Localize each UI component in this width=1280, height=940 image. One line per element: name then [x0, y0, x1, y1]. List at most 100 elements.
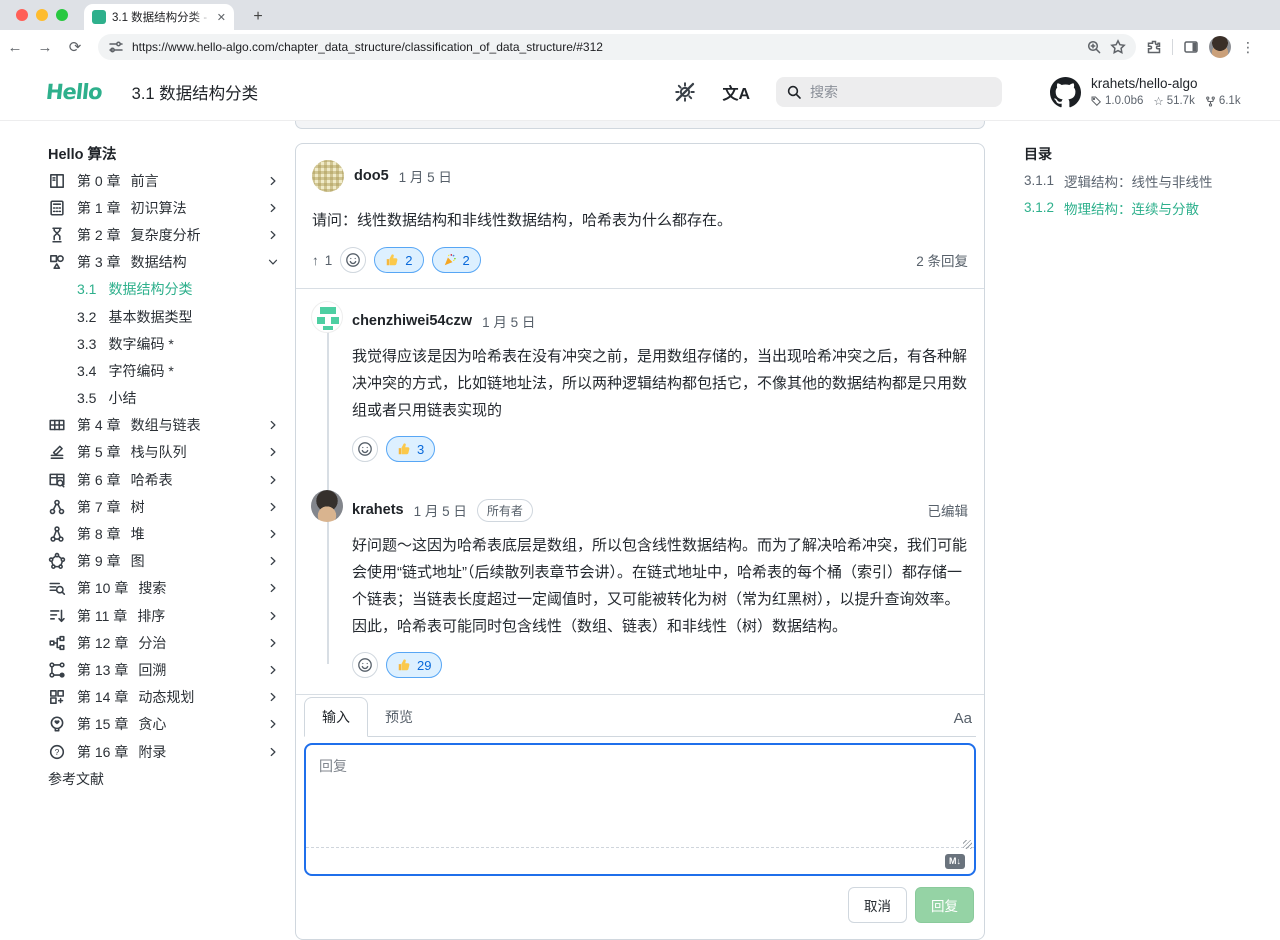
- resize-handle-icon[interactable]: [963, 840, 972, 849]
- reply-date[interactable]: 1 月 5 日: [482, 311, 535, 331]
- chevron-right-icon[interactable]: [266, 445, 280, 459]
- sidebar-item-chapter-8[interactable]: 第 8 章堆: [48, 520, 280, 547]
- bookmark-star-icon[interactable]: [1110, 39, 1126, 55]
- side-panel-icon[interactable]: [1183, 39, 1199, 55]
- window-minimize-button[interactable]: [36, 9, 48, 21]
- upvote-button[interactable]: ↑ 1: [312, 253, 332, 268]
- comment-date[interactable]: 1 月 5 日: [399, 166, 452, 186]
- sidebar-item-chapter-4[interactable]: 第 4 章数组与链表: [48, 412, 280, 439]
- sidebar-subitem-3-4[interactable]: 3.4字符编码 *: [48, 357, 280, 384]
- language-icon[interactable]: 文A: [722, 80, 750, 104]
- zoom-icon[interactable]: [1086, 39, 1102, 55]
- chevron-right-icon[interactable]: [266, 745, 280, 759]
- tab-preview[interactable]: 预览: [368, 698, 430, 736]
- repo-link[interactable]: krahets/hello-algo 1.0.0b6 ☆ 51.7k 6.1k: [1050, 76, 1280, 108]
- text-format-icon[interactable]: Aa: [950, 710, 976, 736]
- smiley-icon: [357, 657, 373, 673]
- sidebar-item-chapter-0[interactable]: 第 0 章前言: [48, 167, 280, 194]
- chevron-right-icon[interactable]: [266, 690, 280, 704]
- sidebar-item-chapter-7[interactable]: 第 7 章树: [48, 493, 280, 520]
- page-title: 3.1 数据结构分类: [132, 80, 259, 104]
- owner-badge: 所有者: [477, 499, 533, 522]
- sidebar-subitem-3-1[interactable]: 3.1数据结构分类: [48, 276, 280, 303]
- chevron-right-icon[interactable]: [266, 201, 280, 215]
- question-circle-icon: ?: [48, 743, 66, 761]
- add-reaction-button[interactable]: [352, 436, 378, 462]
- hourglass-icon: [48, 226, 66, 244]
- chevron-right-icon[interactable]: [266, 554, 280, 568]
- address-bar[interactable]: https://www.hello-algo.com/chapter_data_…: [98, 34, 1136, 60]
- extensions-icon[interactable]: [1146, 39, 1162, 55]
- reaction-thumbs-up[interactable]: 2: [374, 247, 423, 273]
- fork-icon: [1205, 96, 1216, 107]
- toc-item-312[interactable]: 3.1.2物理结构：连续与分散: [1024, 194, 1260, 221]
- sidebar-item-chapter-16[interactable]: ? 第 16 章附录: [48, 738, 280, 765]
- reaction-count: 29: [417, 658, 431, 673]
- comment-author[interactable]: doo5: [354, 168, 389, 184]
- sidebar-item-chapter-5[interactable]: 第 5 章栈与队列: [48, 439, 280, 466]
- reply-author[interactable]: krahets: [352, 502, 404, 518]
- window-close-button[interactable]: [16, 9, 28, 21]
- site-info-icon[interactable]: [108, 39, 124, 55]
- add-reaction-button[interactable]: [340, 247, 366, 273]
- site-logo[interactable]: Hello: [45, 80, 103, 104]
- toc-item-311[interactable]: 3.1.1逻辑结构：线性与非线性: [1024, 167, 1260, 194]
- tab-close-icon[interactable]: ✕: [217, 11, 226, 24]
- chevron-right-icon[interactable]: [266, 527, 280, 541]
- avatar[interactable]: [311, 301, 343, 333]
- theme-toggle-icon[interactable]: [674, 81, 696, 103]
- sidebar-item-chapter-14[interactable]: 第 14 章动态规划: [48, 684, 280, 711]
- add-reaction-button[interactable]: [352, 652, 378, 678]
- thumbs-up-icon: [397, 658, 411, 672]
- sidebar-item-references[interactable]: 参考文献: [48, 765, 280, 792]
- cancel-button[interactable]: 取消: [848, 887, 907, 923]
- chevron-right-icon[interactable]: [266, 717, 280, 731]
- forward-icon[interactable]: →: [30, 39, 60, 56]
- reply-date[interactable]: 1 月 5 日: [414, 500, 467, 520]
- sidebar-item-chapter-2[interactable]: 第 2 章复杂度分析: [48, 221, 280, 248]
- chevron-right-icon[interactable]: [266, 228, 280, 242]
- reaction-thumbs-up[interactable]: 29: [386, 652, 442, 678]
- chevron-right-icon[interactable]: [266, 663, 280, 677]
- reaction-count: 2: [405, 253, 412, 268]
- chevron-right-icon[interactable]: [266, 636, 280, 650]
- chevron-down-icon[interactable]: [266, 255, 280, 269]
- browser-profile-avatar[interactable]: [1209, 36, 1231, 58]
- browser-menu-icon[interactable]: ⋮: [1241, 39, 1255, 56]
- reload-icon[interactable]: ⟳: [60, 38, 90, 56]
- chevron-right-icon[interactable]: [266, 609, 280, 623]
- reply-editor: 输入 预览 Aa M↓ 取消 回复: [296, 694, 984, 939]
- new-tab-button[interactable]: +: [246, 5, 270, 29]
- reaction-party[interactable]: 2: [432, 247, 481, 273]
- chevron-right-icon[interactable]: [266, 500, 280, 514]
- avatar[interactable]: [311, 490, 343, 522]
- sidebar-item-chapter-12[interactable]: 第 12 章分治: [48, 629, 280, 656]
- search-input[interactable]: [810, 84, 970, 100]
- chevron-right-icon[interactable]: [266, 174, 280, 188]
- chevron-right-icon[interactable]: [266, 581, 280, 595]
- search-box[interactable]: [776, 77, 1002, 107]
- sidebar-subitem-3-2[interactable]: 3.2基本数据类型: [48, 303, 280, 330]
- sidebar-item-chapter-6[interactable]: 第 6 章哈希表: [48, 466, 280, 493]
- browser-tab[interactable]: 3.1 数据结构分类 - Hello 算法 ✕: [84, 4, 234, 30]
- reply-author[interactable]: chenzhiwei54czw: [352, 313, 472, 329]
- sidebar-item-chapter-1[interactable]: 第 1 章初识算法: [48, 194, 280, 221]
- sidebar-site-title[interactable]: Hello 算法: [48, 140, 280, 167]
- sidebar-subitem-3-3[interactable]: 3.3数字编码 *: [48, 330, 280, 357]
- sidebar-item-chapter-13[interactable]: 第 13 章回溯: [48, 656, 280, 683]
- window-zoom-button[interactable]: [56, 9, 68, 21]
- reply-textarea[interactable]: [306, 745, 974, 849]
- reply-submit-button[interactable]: 回复: [915, 887, 974, 923]
- sidebar-item-chapter-15[interactable]: 第 15 章贪心: [48, 711, 280, 738]
- chevron-right-icon[interactable]: [266, 473, 280, 487]
- sidebar-item-chapter-11[interactable]: 第 11 章排序: [48, 602, 280, 629]
- sidebar-item-chapter-9[interactable]: 第 9 章图: [48, 548, 280, 575]
- back-icon[interactable]: ←: [0, 39, 30, 56]
- chevron-right-icon[interactable]: [266, 418, 280, 432]
- sidebar-subitem-3-5[interactable]: 3.5小结: [48, 385, 280, 412]
- avatar[interactable]: [312, 160, 344, 192]
- sidebar-item-chapter-3[interactable]: 第 3 章数据结构: [48, 249, 280, 276]
- tab-write[interactable]: 输入: [304, 697, 368, 737]
- reaction-thumbs-up[interactable]: 3: [386, 436, 435, 462]
- sidebar-item-chapter-10[interactable]: 第 10 章搜索: [48, 575, 280, 602]
